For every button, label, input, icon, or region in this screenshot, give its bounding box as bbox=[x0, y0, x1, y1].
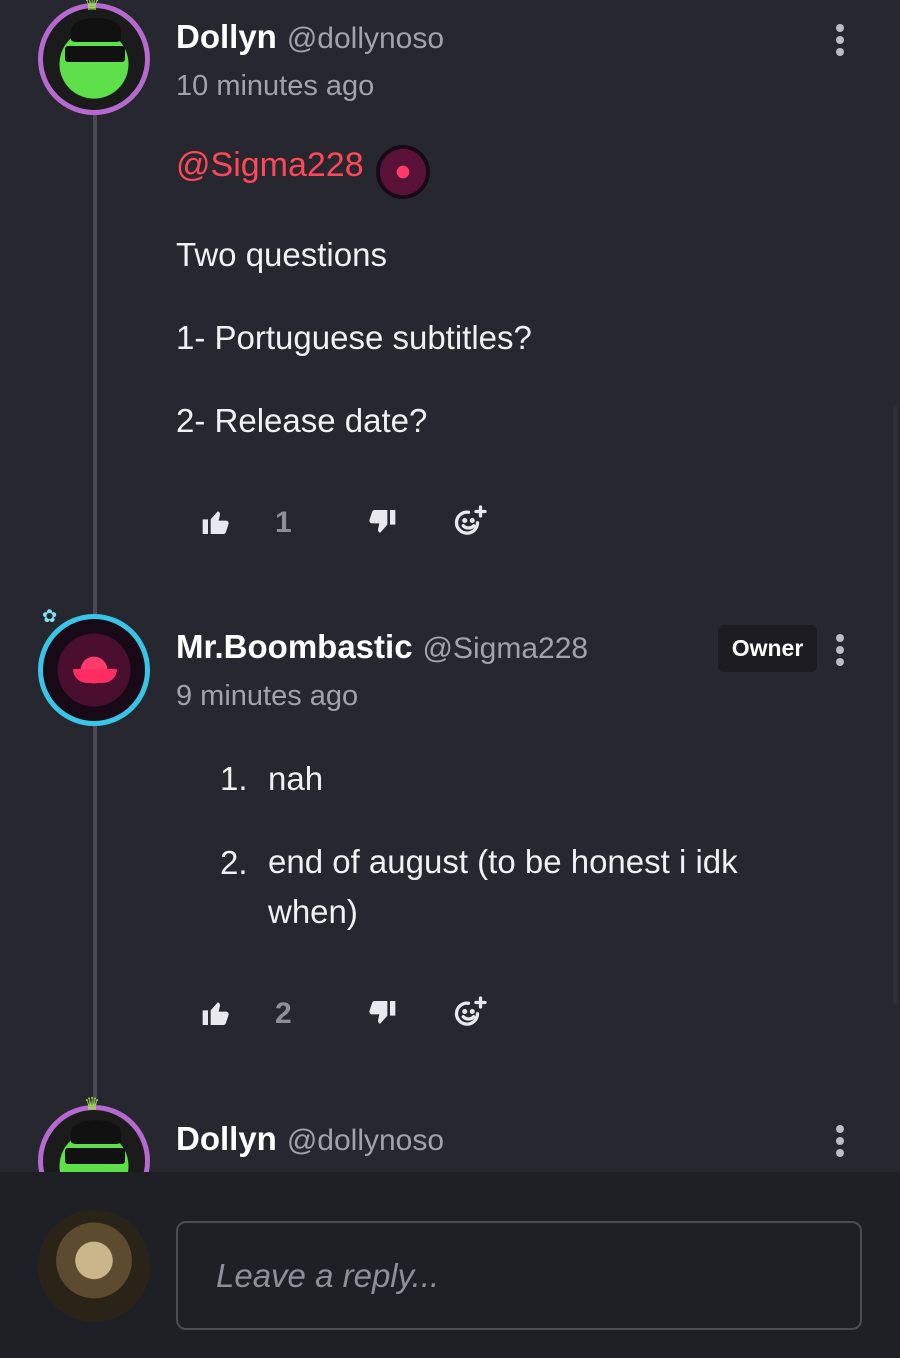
author-handle: @dollynoso bbox=[286, 22, 445, 55]
author-name[interactable]: Dollyn @dollynoso bbox=[176, 18, 444, 56]
sunglasses-shape bbox=[65, 1148, 125, 1164]
more-vertical-icon[interactable] bbox=[830, 634, 850, 674]
list-item: end of august (to be honest i idk when) bbox=[268, 843, 738, 930]
comment-text: 1- Portuguese subtitles? bbox=[176, 319, 532, 356]
list-item: nah bbox=[268, 760, 324, 797]
like-count: 2 bbox=[275, 997, 292, 1030]
hat-shape bbox=[71, 18, 121, 42]
thumbs-down-icon[interactable] bbox=[364, 502, 400, 542]
thumbs-up-icon[interactable] bbox=[198, 502, 234, 542]
more-vertical-icon[interactable] bbox=[830, 24, 850, 64]
sunglasses-shape bbox=[65, 46, 125, 62]
author-name[interactable]: Dollyn @dollynoso bbox=[176, 1120, 444, 1158]
crown-icon: ♛ bbox=[84, 1094, 101, 1114]
reply-input[interactable] bbox=[176, 1221, 862, 1330]
timestamp: 9 minutes ago bbox=[176, 680, 359, 712]
thumbs-up-icon[interactable] bbox=[198, 993, 234, 1033]
avatar[interactable] bbox=[38, 614, 150, 726]
avatar[interactable] bbox=[38, 3, 150, 115]
crown-icon: ♛ bbox=[84, 0, 101, 14]
like-count: 1 bbox=[275, 506, 292, 539]
list-number: 1. bbox=[220, 760, 248, 797]
add-reaction-icon[interactable] bbox=[452, 993, 488, 1033]
add-reaction-icon[interactable] bbox=[452, 502, 488, 542]
comment-text: Two questions bbox=[176, 236, 387, 273]
author-handle: @dollynoso bbox=[286, 1124, 445, 1157]
mention-avatar bbox=[376, 145, 430, 199]
author-handle: @Sigma228 bbox=[422, 632, 589, 665]
more-vertical-icon[interactable] bbox=[830, 1125, 850, 1165]
mushroom-icon: ✿ bbox=[42, 606, 58, 626]
grin-shape bbox=[73, 669, 117, 683]
thread-line bbox=[93, 110, 97, 1110]
thumbs-down-icon[interactable] bbox=[364, 993, 400, 1033]
mention-link[interactable]: @Sigma228 bbox=[176, 146, 364, 185]
hat-shape bbox=[71, 1120, 121, 1144]
current-user-avatar[interactable] bbox=[38, 1210, 150, 1322]
timestamp: 10 minutes ago bbox=[176, 70, 375, 102]
list-number: 2. bbox=[220, 844, 248, 881]
scrollbar[interactable] bbox=[893, 405, 898, 1005]
author-name[interactable]: Mr.Boombastic @Sigma228 bbox=[176, 628, 588, 666]
owner-badge: Owner bbox=[718, 625, 817, 672]
comment-text: 2- Release date? bbox=[176, 402, 428, 439]
